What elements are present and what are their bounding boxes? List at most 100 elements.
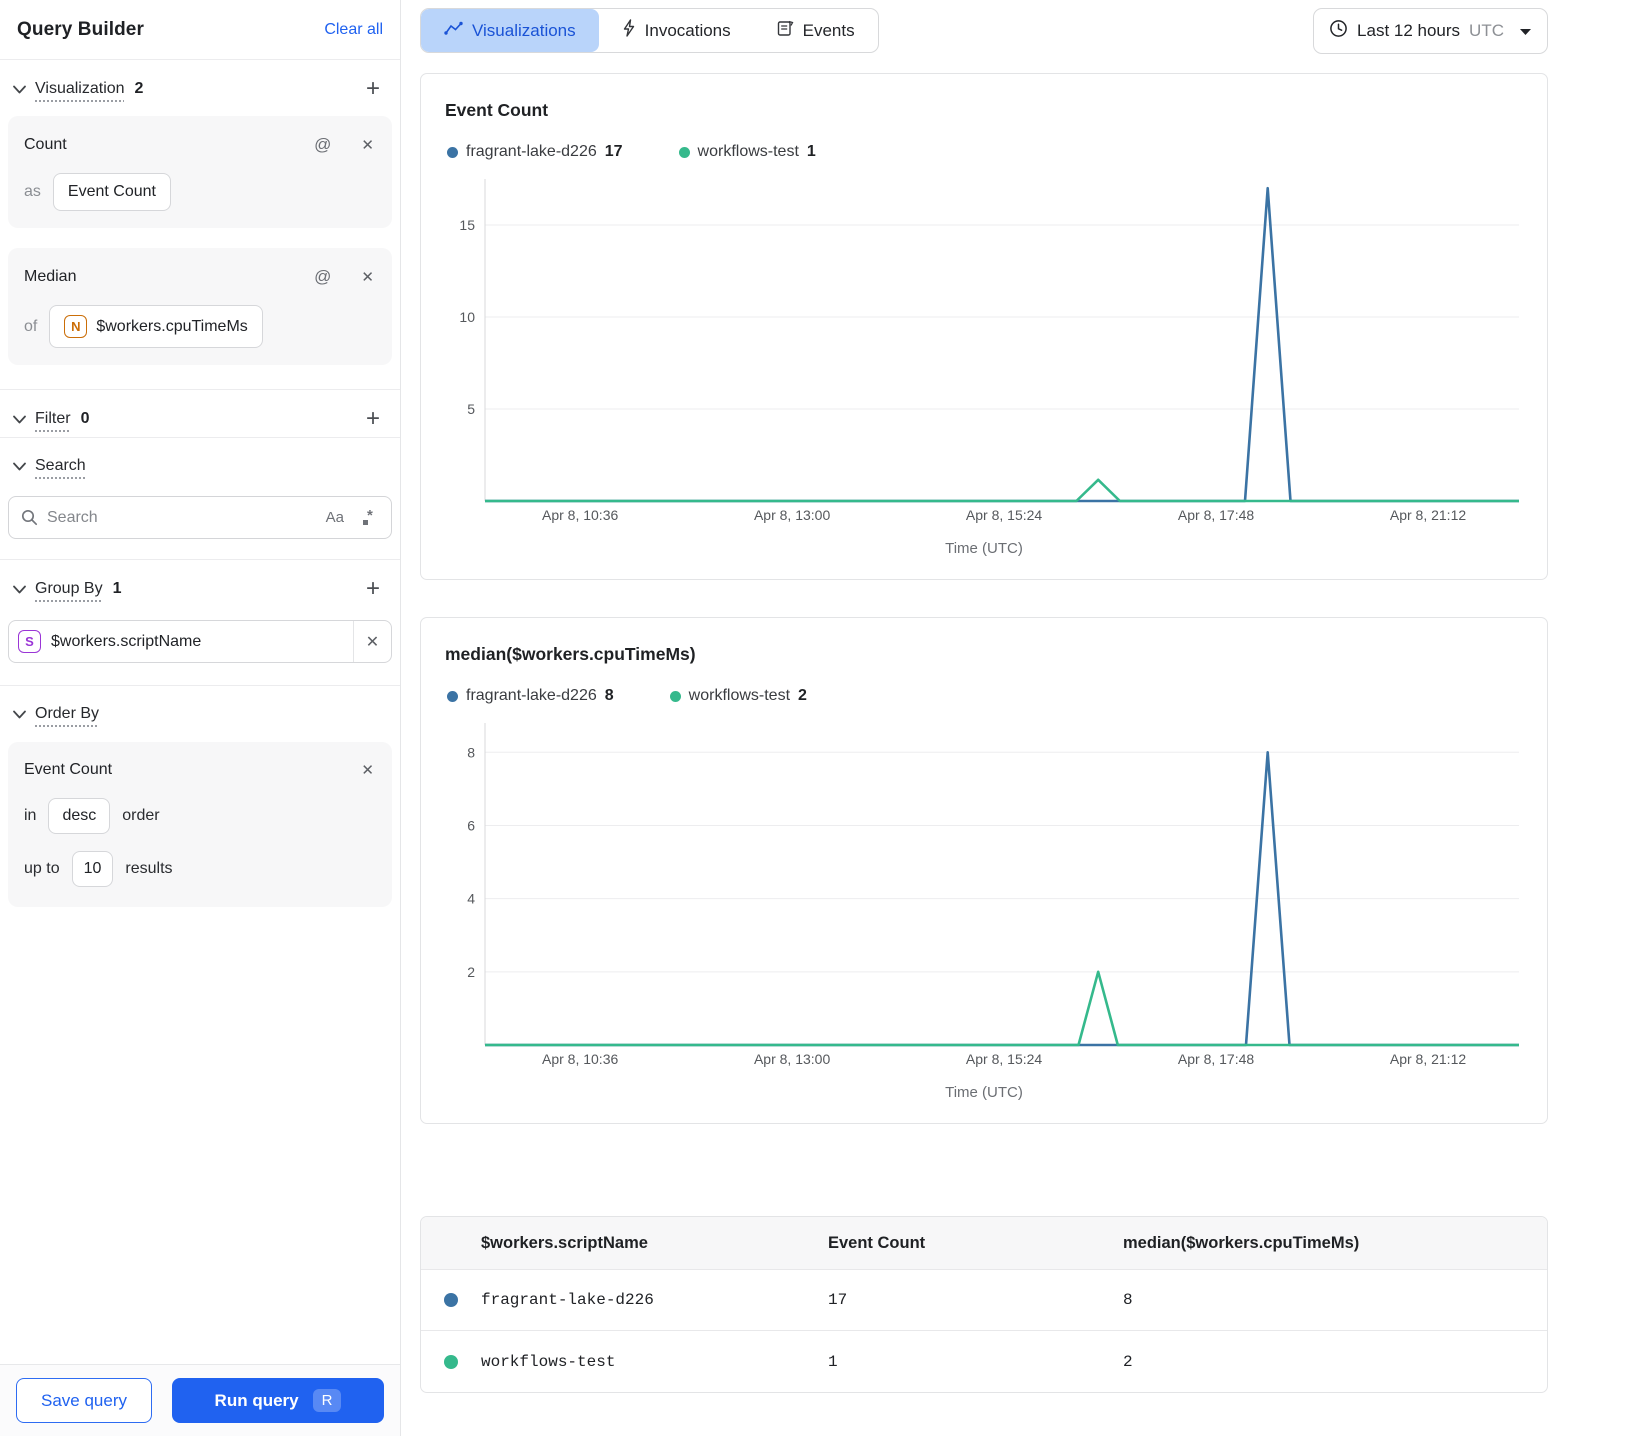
document-icon (777, 20, 794, 42)
cell-median: 2 (1123, 1352, 1133, 1371)
search-section-header: Search (0, 438, 400, 490)
group-by-item[interactable]: S $workers.scriptName ✕ (8, 620, 392, 663)
regex-icon[interactable]: * (359, 508, 379, 528)
svg-text:Apr 8, 13:00: Apr 8, 13:00 (754, 1051, 830, 1067)
up-to-label: up to (24, 860, 60, 877)
svg-text:Apr 8, 13:00: Apr 8, 13:00 (754, 507, 830, 523)
tab-invocations[interactable]: Invocations (599, 9, 754, 52)
at-sign-icon[interactable]: @ (312, 133, 333, 157)
legend-item[interactable]: fragrant-lake-d226 17 (447, 143, 623, 161)
chevron-down-icon[interactable] (8, 408, 30, 430)
cell-event-count: 17 (828, 1291, 848, 1309)
tab-events[interactable]: Events (754, 9, 878, 52)
legend-item[interactable]: fragrant-lake-d226 8 (447, 687, 614, 705)
visualization-section-header: Visualization 2 + (0, 60, 400, 114)
chevron-down-icon[interactable] (8, 455, 30, 477)
save-query-button[interactable]: Save query (16, 1378, 152, 1423)
table-row[interactable]: fragrant-lake-d226 17 8 (421, 1270, 1547, 1331)
visualization-alias-button[interactable]: Event Count (52, 173, 171, 211)
search-box: Aa * (8, 496, 392, 539)
lightning-icon (622, 19, 636, 42)
chart-title: median($workers.cpuTimeMs) (445, 644, 696, 664)
visualization-card-title: Count (24, 136, 67, 153)
result-limit-input[interactable]: 10 (71, 851, 114, 887)
add-filter-button[interactable]: + (362, 407, 384, 431)
run-query-button[interactable]: Run query R (172, 1378, 384, 1423)
in-label: in (24, 807, 37, 824)
add-group-by-button[interactable]: + (362, 577, 384, 601)
filter-section-label[interactable]: Filter (35, 410, 71, 428)
visualization-card-title: Median (24, 268, 77, 285)
svg-text:Apr 8, 15:24: Apr 8, 15:24 (966, 1051, 1042, 1067)
svg-text:Apr 8, 15:24: Apr 8, 15:24 (966, 507, 1042, 523)
chart-legend: fragrant-lake-d226 17 workflows-test 1 (447, 143, 1523, 161)
match-case-icon[interactable]: Aa (326, 509, 344, 526)
sort-direction-button[interactable]: desc (48, 798, 111, 834)
group-by-field-value: $workers.scriptName (51, 632, 202, 650)
order-by-field-label: Event Count (24, 761, 113, 778)
event-count-chart-card: Event Count fragrant-lake-d226 17 workfl… (420, 73, 1548, 580)
time-range-selector[interactable]: Last 12 hours UTC (1313, 8, 1548, 54)
add-visualization-button[interactable]: + (362, 77, 384, 101)
visualization-card-count: Count @ ✕ as Event Count (8, 116, 392, 228)
as-label: as (24, 183, 41, 200)
timezone-label: UTC (1469, 21, 1504, 40)
numeric-field-icon: N (64, 315, 88, 338)
visualization-card-median: Median @ ✕ of N $workers.cpuTimeMs (8, 248, 392, 365)
close-icon[interactable]: ✕ (359, 759, 376, 781)
visualization-count: 2 (134, 80, 144, 97)
median-field-button[interactable]: N $workers.cpuTimeMs (49, 305, 263, 348)
legend-item[interactable]: workflows-test 2 (669, 687, 807, 705)
remove-group-by-button[interactable]: ✕ (353, 621, 391, 662)
series-dot (678, 146, 690, 158)
clear-all-button[interactable]: Clear all (324, 21, 383, 39)
legend-item[interactable]: workflows-test 1 (678, 143, 816, 161)
order-by-section-label[interactable]: Order By (35, 705, 99, 723)
search-section-label[interactable]: Search (35, 457, 86, 475)
close-icon[interactable]: ✕ (359, 266, 376, 288)
group-by-section-label[interactable]: Group By (35, 580, 103, 598)
tab-visualizations[interactable]: Visualizations (421, 9, 599, 52)
of-label: of (24, 317, 38, 335)
sidebar-footer: Save query Run query R (0, 1364, 400, 1436)
svg-text:15: 15 (459, 217, 475, 233)
svg-text:4: 4 (467, 891, 475, 907)
column-header-median: median($workers.cpuTimeMs) (1123, 1233, 1360, 1252)
chart-legend: fragrant-lake-d226 8 workflows-test 2 (447, 687, 1523, 705)
clock-icon (1329, 19, 1348, 43)
cell-median: 8 (1123, 1291, 1133, 1309)
svg-text:10: 10 (459, 309, 475, 325)
series-total: 8 (604, 687, 614, 704)
chevron-down-icon[interactable] (8, 703, 30, 725)
visualization-section-label[interactable]: Visualization (35, 80, 125, 98)
cell-script-name: workflows-test (481, 1352, 616, 1371)
results-label: results (125, 860, 173, 877)
at-sign-icon[interactable]: @ (312, 265, 333, 289)
svg-text:Apr 8, 17:48: Apr 8, 17:48 (1178, 1051, 1254, 1067)
median-cputime-chart-card: median($workers.cpuTimeMs) fragrant-lake… (420, 617, 1548, 1124)
series-name: fragrant-lake-d226 (466, 143, 597, 160)
close-icon[interactable]: ✕ (364, 630, 381, 654)
group-by-count: 1 (112, 580, 122, 597)
caret-down-icon (1519, 21, 1532, 41)
series-dot (444, 1293, 458, 1307)
line-chart: 5 10 15 Apr 8, 10:36 Apr 8, 13:00 Apr 8, 15:2… (445, 173, 1523, 532)
svg-text:Apr 8, 10:36: Apr 8, 10:36 (542, 1051, 618, 1067)
close-icon[interactable]: ✕ (359, 134, 376, 156)
series-total: 17 (604, 143, 623, 160)
svg-text:Apr 8, 21:12: Apr 8, 21:12 (1390, 1051, 1466, 1067)
svg-text:2: 2 (467, 964, 475, 980)
time-range-label: Last 12 hours (1357, 21, 1461, 40)
chevron-down-icon[interactable] (8, 578, 30, 600)
table-row[interactable]: workflows-test 1 2 (421, 1331, 1547, 1392)
x-axis-title: Time (UTC) (945, 1084, 1023, 1101)
svg-text:8: 8 (467, 744, 475, 760)
search-input[interactable] (47, 508, 317, 527)
run-query-label: Run query (214, 1390, 299, 1410)
results-table: $workers.scriptName Event Count median($… (420, 1216, 1548, 1393)
chevron-down-icon[interactable] (8, 78, 30, 100)
column-header-script-name: $workers.scriptName (481, 1233, 648, 1252)
keyboard-shortcut-badge: R (312, 1389, 342, 1412)
series-dot (669, 690, 681, 702)
